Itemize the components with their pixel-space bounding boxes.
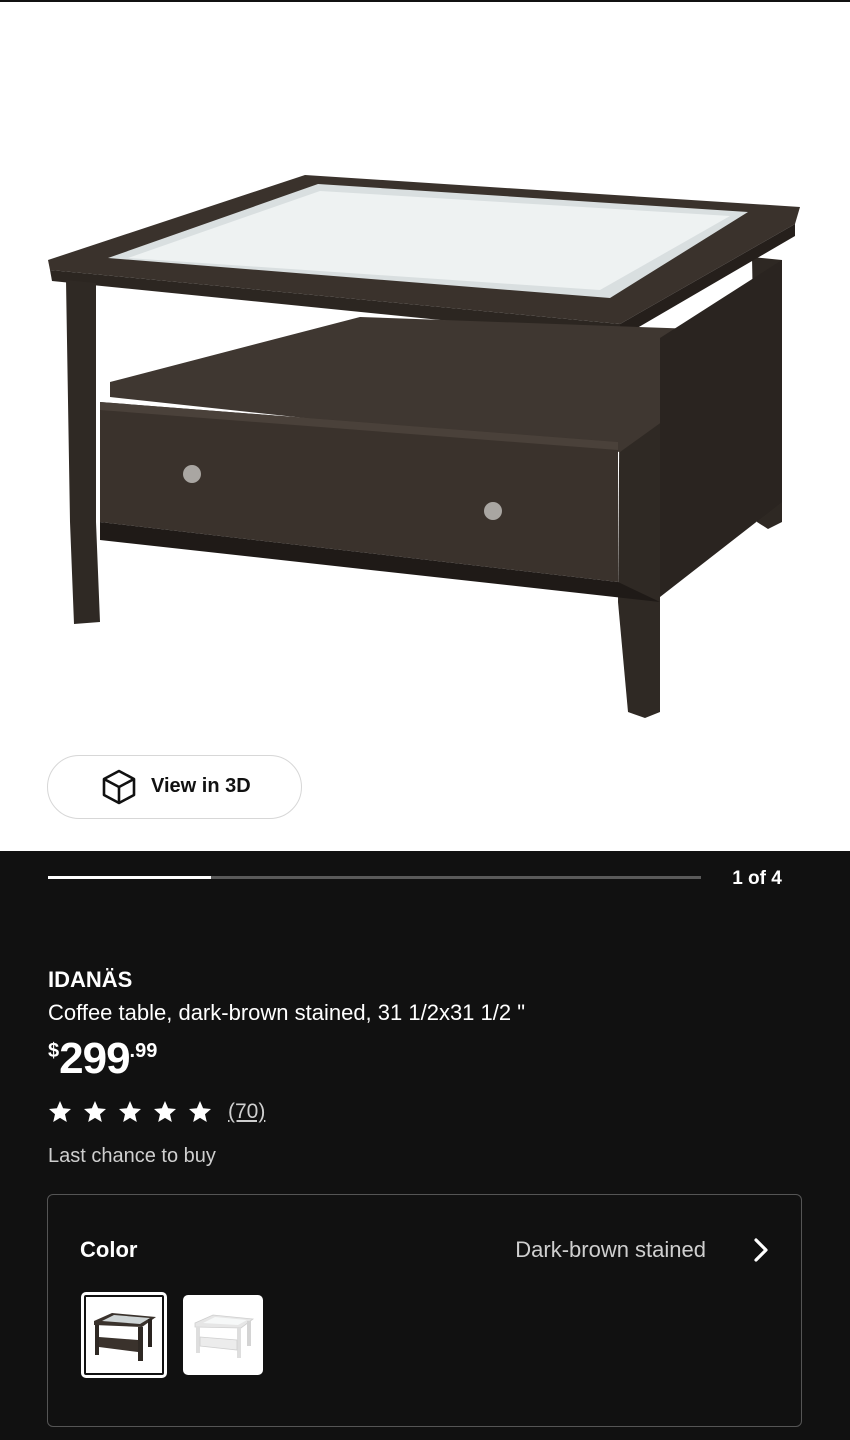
star-icon [189,1101,211,1122]
dark-brown-table-thumbnail [94,1313,156,1361]
star-icon [49,1101,71,1122]
price-currency: $ [48,1040,60,1062]
star-icon [84,1101,106,1122]
price-decimal: .99 [129,1040,158,1062]
color-label: Color [80,1237,138,1262]
review-count-link[interactable]: (70) [228,1100,265,1124]
chevron-right-icon[interactable] [749,1237,773,1263]
product-rating[interactable]: (70) [48,1100,265,1124]
price-integer: 299 [59,1034,130,1083]
carousel-progress-fill [48,876,212,879]
view-in-3d-button[interactable]: View in 3D [47,755,302,819]
product-brand: IDANÄS [48,967,133,992]
view-in-3d-label: View in 3D [151,775,251,797]
star-icon [119,1101,141,1122]
product-price: $299.99 [48,1034,157,1084]
color-swatch-white[interactable] [183,1295,263,1375]
product-image-area[interactable]: View in 3D [0,2,850,851]
color-swatch-dark-brown[interactable] [81,1292,167,1378]
carousel-counter: 1 of 4 [732,868,782,889]
availability-note: Last chance to buy [48,1145,216,1167]
color-value: Dark-brown stained [515,1237,706,1262]
star-rating [48,1100,212,1124]
white-table-thumbnail [194,1314,255,1358]
carousel-progress [48,876,701,879]
cube-icon [102,769,136,805]
star-icon [154,1101,176,1122]
color-selector[interactable]: Color Dark-brown stained [47,1194,802,1427]
product-description: Coffee table, dark-brown stained, 31 1/2… [48,1000,526,1025]
product-image [48,175,800,718]
